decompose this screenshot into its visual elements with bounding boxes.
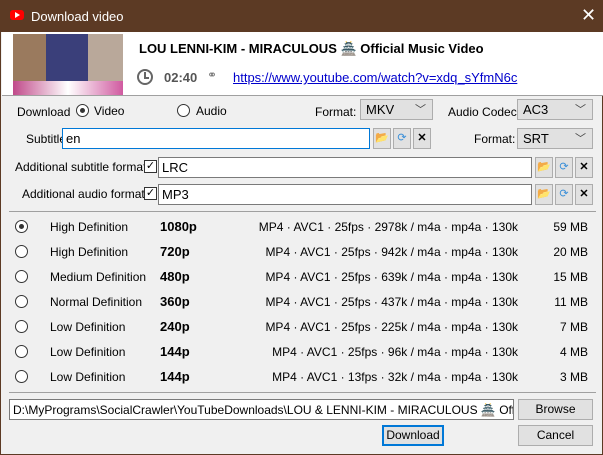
clock-icon	[137, 69, 153, 85]
subtitle-format-select[interactable]: SRT ﹀	[517, 128, 593, 149]
clear-icon[interactable]: ✕	[413, 128, 431, 149]
quality-option[interactable]: Low Definition 240p MP4 · AVC1 · 25fps · 2…	[1, 319, 602, 337]
additional-audio-input[interactable]: MP3	[158, 184, 532, 205]
quality-details: MP4 · AVC1 · 25fps · 225k / m4a · mp4a ·…	[265, 320, 518, 334]
video-thumbnail	[13, 34, 123, 95]
format-label: Format:	[315, 105, 357, 119]
clear-icon[interactable]: ✕	[575, 184, 593, 205]
quality-details: MP4 · AVC1 · 25fps · 96k / m4a · mp4a · …	[272, 345, 518, 359]
browse-button[interactable]: Browse	[518, 399, 593, 420]
quality-resolution: 240p	[160, 319, 190, 334]
divider	[9, 211, 596, 212]
audio-radio-label: Audio	[196, 104, 227, 118]
quality-resolution: 480p	[160, 269, 190, 284]
open-folder-icon[interactable]: 📂	[535, 184, 553, 205]
chevron-down-icon: ﹀	[415, 104, 426, 116]
subtitle-format-value: SRT	[523, 131, 549, 146]
cancel-button[interactable]: Cancel	[518, 425, 593, 446]
download-button[interactable]: Download	[382, 425, 444, 446]
subtitle-format-label: Format:	[474, 132, 516, 146]
quality-label: Low Definition	[50, 320, 126, 334]
quality-details: MP4 · AVC1 · 25fps · 437k / m4a · mp4a ·…	[265, 295, 518, 309]
audio-codec-label: Audio Codec	[448, 105, 517, 119]
quality-size: 3 MB	[559, 370, 588, 384]
quality-resolution: 360p	[160, 294, 190, 309]
quality-size: 59 MB	[553, 220, 588, 234]
quality-size: 20 MB	[553, 245, 588, 259]
open-folder-icon[interactable]: 📂	[373, 128, 391, 149]
audio-codec-value: AC3	[523, 102, 549, 117]
format-value: MKV	[366, 102, 395, 117]
additional-audio-checkbox[interactable]: ✓	[144, 187, 157, 200]
quality-option[interactable]: Low Definition 144p MP4 · AVC1 · 13fps · 3…	[1, 369, 602, 387]
video-radio[interactable]	[76, 104, 89, 117]
video-radio-label: Video	[94, 104, 125, 118]
close-icon[interactable]: ✕	[581, 5, 596, 26]
quality-radio[interactable]	[15, 345, 28, 358]
video-title: LOU LENNI-KIM - MIRACULOUS 🏯 Official Mu…	[139, 41, 484, 56]
quality-size: 4 MB	[559, 345, 588, 359]
quality-radio[interactable]	[15, 370, 28, 383]
quality-label: Low Definition	[50, 345, 126, 359]
format-select[interactable]: MKV ﹀	[360, 99, 433, 120]
video-url-link[interactable]: https://www.youtube.com/watch?v=xdq_sYfm…	[233, 70, 517, 85]
quality-radio[interactable]	[15, 295, 28, 308]
additional-subtitle-label: Additional subtitle formats	[15, 160, 153, 174]
quality-details: MP4 · AVC1 · 13fps · 32k / m4a · mp4a · …	[272, 370, 518, 384]
audio-radio[interactable]	[177, 104, 190, 117]
chevron-down-icon: ﹀	[575, 133, 586, 145]
quality-details: MP4 · AVC1 · 25fps · 2978k / m4a · mp4a …	[258, 220, 518, 234]
quality-resolution: 1080p	[160, 219, 197, 234]
quality-details: MP4 · AVC1 · 25fps · 639k / m4a · mp4a ·…	[265, 270, 518, 284]
quality-resolution: 144p	[160, 369, 190, 384]
youtube-icon	[10, 10, 24, 20]
download-video-dialog: Download video ✕ LOU LENNI-KIM - MIRACUL…	[0, 0, 603, 455]
refresh-icon[interactable]: ⟳	[555, 157, 573, 178]
clear-icon[interactable]: ✕	[575, 157, 593, 178]
additional-subtitle-checkbox[interactable]: ✓	[144, 160, 157, 173]
subtitles-input[interactable]: en	[62, 128, 370, 149]
additional-subtitle-input[interactable]: LRC	[158, 157, 532, 178]
output-path-input[interactable]: D:\MyPrograms\SocialCrawler\YouTubeDownl…	[9, 399, 514, 420]
quality-label: High Definition	[50, 245, 129, 259]
quality-radio[interactable]	[15, 245, 28, 258]
quality-size: 11 MB	[554, 295, 588, 309]
quality-size: 15 MB	[553, 270, 588, 284]
quality-size: 7 MB	[559, 320, 588, 334]
open-folder-icon[interactable]: 📂	[535, 157, 553, 178]
quality-option[interactable]: Normal Definition 360p MP4 · AVC1 · 25fps …	[1, 294, 602, 312]
refresh-icon[interactable]: ⟳	[393, 128, 411, 149]
quality-option[interactable]: Low Definition 144p MP4 · AVC1 · 25fps · 9…	[1, 344, 602, 362]
quality-label: Normal Definition	[50, 295, 143, 309]
refresh-icon[interactable]: ⟳	[555, 184, 573, 205]
quality-label: High Definition	[50, 220, 129, 234]
additional-audio-label: Additional audio formats	[22, 187, 151, 201]
quality-resolution: 144p	[160, 344, 190, 359]
quality-radio[interactable]	[15, 220, 28, 233]
link-icon: ⚭	[207, 68, 218, 82]
quality-option[interactable]: High Definition 720p MP4 · AVC1 · 25fps · …	[1, 244, 602, 262]
quality-radio[interactable]	[15, 320, 28, 333]
quality-resolution: 720p	[160, 244, 190, 259]
quality-option[interactable]: Medium Definition 480p MP4 · AVC1 · 25fps …	[1, 269, 602, 287]
quality-label: Medium Definition	[50, 270, 147, 284]
audio-codec-select[interactable]: AC3 ﹀	[517, 99, 593, 120]
download-label: Download	[17, 105, 71, 119]
divider	[9, 392, 596, 393]
title-bar: Download video ✕	[1, 1, 603, 32]
quality-label: Low Definition	[50, 370, 126, 384]
video-duration: 02:40	[164, 70, 198, 85]
chevron-down-icon: ﹀	[575, 104, 586, 116]
quality-details: MP4 · AVC1 · 25fps · 942k / m4a · mp4a ·…	[265, 245, 518, 259]
video-header: LOU LENNI-KIM - MIRACULOUS 🏯 Official Mu…	[2, 32, 603, 96]
quality-option[interactable]: High Definition 1080p MP4 · AVC1 · 25fps ·…	[1, 219, 602, 237]
window-title: Download video	[31, 9, 124, 24]
quality-radio[interactable]	[15, 270, 28, 283]
